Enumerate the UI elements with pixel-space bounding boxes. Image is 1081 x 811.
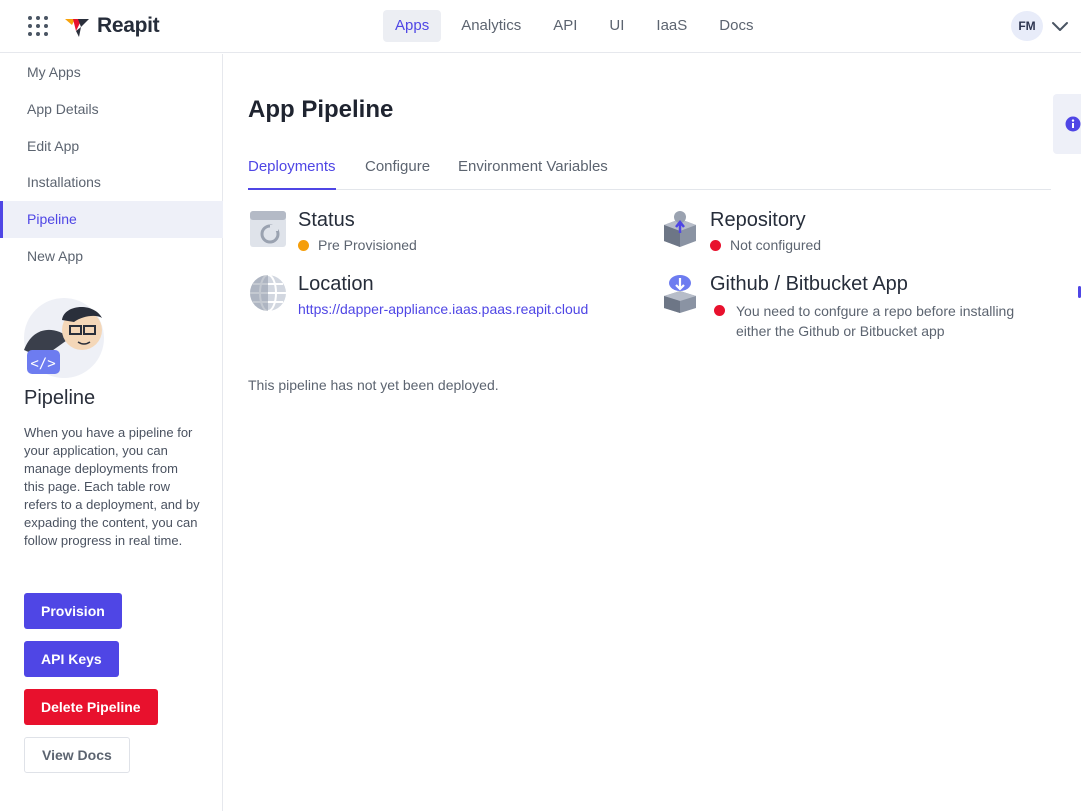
- user-avatar[interactable]: FM: [1011, 11, 1043, 41]
- location-block: Location https://dapper-appliance.iaas.p…: [248, 273, 648, 323]
- location-url-link[interactable]: https://dapper-appliance.iaas.paas.reapi…: [298, 301, 588, 317]
- chevron-down-icon[interactable]: [1050, 16, 1070, 36]
- api-keys-button[interactable]: API Keys: [24, 641, 119, 677]
- status-title: Status: [298, 209, 355, 231]
- panel-title: Pipeline: [24, 387, 96, 409]
- provision-button[interactable]: Provision: [24, 593, 122, 629]
- reapit-logo-icon: [65, 19, 89, 37]
- sidebar-item-pipeline[interactable]: Pipeline: [0, 201, 223, 238]
- github-bitbucket-indicator-dot: [714, 305, 725, 316]
- github-bitbucket-title: Github / Bitbucket App: [710, 273, 908, 295]
- sidebar-item-edit-app[interactable]: Edit App: [0, 128, 223, 165]
- panel-description: When you have a pipeline for your applic…: [24, 425, 200, 548]
- sidebar: My Apps App Details Edit App Installatio…: [0, 54, 223, 811]
- github-bitbucket-value: You need to confgure a repo before insta…: [736, 303, 1015, 339]
- nav-apps[interactable]: Apps: [383, 10, 442, 42]
- repository-title: Repository: [710, 209, 806, 231]
- brand-name: Reapit: [97, 14, 160, 37]
- tab-environment-variables[interactable]: Environment Variables: [458, 152, 608, 190]
- tab-deployments[interactable]: Deployments: [248, 152, 336, 190]
- github-bitbucket-value-line: You need to confgure a repo before insta…: [710, 301, 1050, 341]
- empty-deployments-message: This pipeline has not yet been deployed.: [248, 377, 499, 393]
- nav-ui[interactable]: UI: [597, 10, 636, 42]
- pipeline-tabs: Deployments Configure Environment Variab…: [248, 152, 1051, 190]
- page-title: App Pipeline: [248, 96, 394, 123]
- sidebar-item-my-apps[interactable]: My Apps: [0, 54, 223, 91]
- repository-box-icon: [664, 211, 696, 247]
- status-indicator-dot: [298, 240, 309, 251]
- status-value-line: Pre Provisioned: [298, 237, 417, 253]
- tab-configure[interactable]: Configure: [365, 152, 430, 190]
- main-nav: Apps Analytics API UI IaaS Docs: [383, 10, 773, 42]
- view-docs-button[interactable]: View Docs: [24, 737, 130, 773]
- app-switcher-grid-icon[interactable]: [28, 16, 48, 36]
- location-title: Location: [298, 273, 374, 295]
- sidebar-item-installations[interactable]: Installations: [0, 164, 223, 201]
- repository-block: Repository Not configured: [660, 209, 1050, 259]
- sidebar-item-new-app[interactable]: New App: [0, 238, 223, 275]
- help-drawer-tab[interactable]: [1053, 94, 1081, 154]
- nav-iaas[interactable]: IaaS: [644, 10, 699, 42]
- svg-text:</>: </>: [30, 356, 55, 372]
- nav-analytics[interactable]: Analytics: [449, 10, 533, 42]
- nav-api[interactable]: API: [541, 10, 589, 42]
- browser-refresh-icon: [250, 211, 286, 247]
- nav-docs[interactable]: Docs: [707, 10, 765, 42]
- repository-value-line: Not configured: [710, 237, 821, 253]
- top-navigation: Reapit Apps Analytics API UI IaaS Docs F…: [0, 0, 1081, 53]
- globe-icon: [250, 274, 286, 312]
- info-icon: [1065, 116, 1081, 132]
- repository-value: Not configured: [730, 237, 822, 253]
- delete-pipeline-button[interactable]: Delete Pipeline: [24, 689, 158, 725]
- status-value: Pre Provisioned: [318, 237, 417, 253]
- status-block: Status Pre Provisioned: [248, 209, 628, 259]
- developer-illustration-icon: </>: [24, 298, 104, 378]
- repository-indicator-dot: [710, 240, 721, 251]
- sidebar-item-app-details[interactable]: App Details: [0, 91, 223, 128]
- github-bitbucket-block: Github / Bitbucket App You need to confg…: [660, 273, 1060, 343]
- brand-logo[interactable]: Reapit: [65, 14, 160, 38]
- cloud-download-box-icon: [664, 275, 696, 313]
